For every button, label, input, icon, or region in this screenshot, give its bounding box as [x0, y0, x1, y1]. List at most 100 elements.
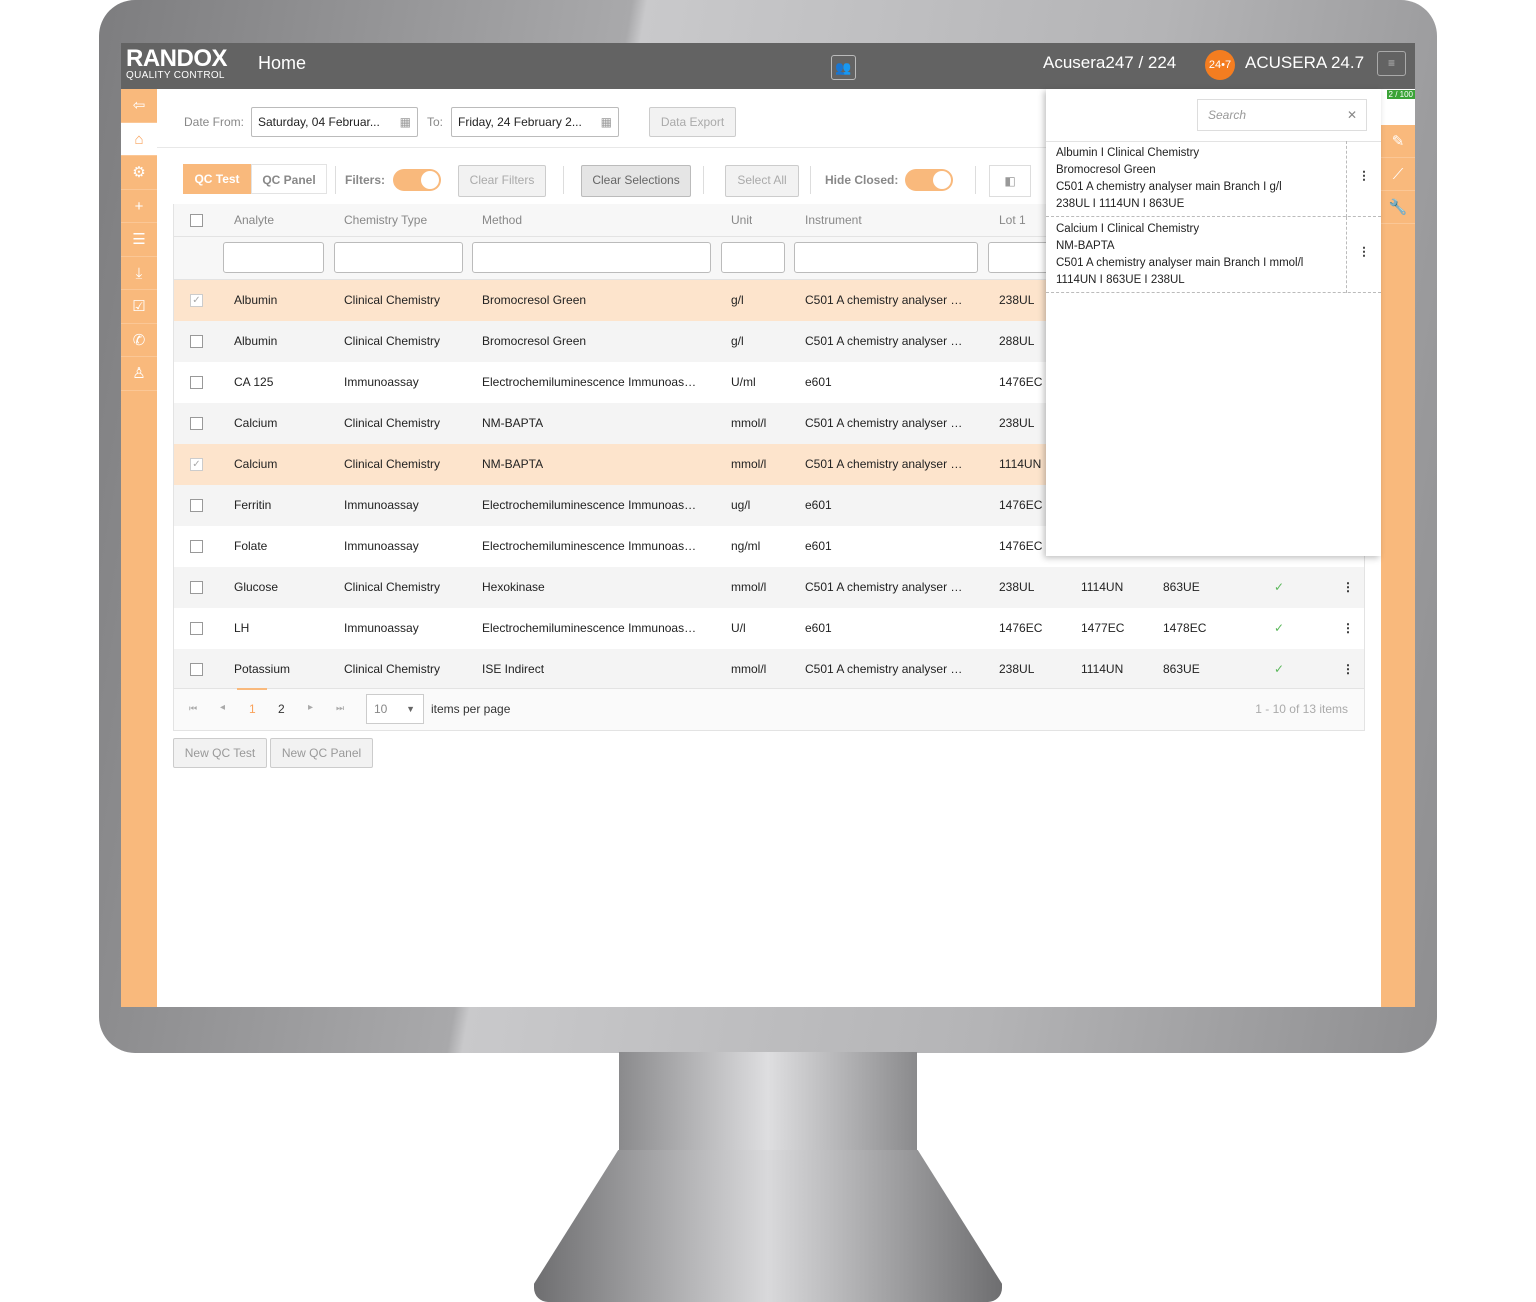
tab-qc-test[interactable]: QC Test [183, 164, 251, 194]
row-checkbox[interactable]: ✓ [190, 458, 203, 471]
cell-method: Hexokinase [482, 580, 545, 594]
date-to-value: Friday, 24 February 2... [458, 115, 582, 129]
select-all-button[interactable]: Select All [725, 165, 799, 197]
calendar-icon[interactable]: ▦ [601, 108, 612, 136]
row-checkbox[interactable] [190, 663, 203, 676]
divider [335, 166, 336, 194]
tab-qc-panel[interactable]: QC Panel [251, 164, 327, 194]
next-page-icon[interactable]: ▸ [308, 702, 313, 713]
column-header-instrument[interactable]: Instrument [805, 204, 862, 237]
panel-search-input[interactable]: Search ✕ [1197, 99, 1367, 131]
clear-filters-button[interactable]: Clear Filters [458, 165, 546, 197]
randox-logo: RANDOX QUALITY CONTROL [126, 47, 228, 81]
back-icon[interactable]: ⇦ [121, 89, 157, 123]
edit-icon[interactable]: ✎ [1381, 125, 1415, 158]
close-icon[interactable]: ✕ [1347, 100, 1357, 130]
table-row[interactable]: LH Immunoassay Electrochemiluminescence Im… [174, 608, 1364, 649]
new-qc-test-button[interactable]: New QC Test [173, 738, 267, 768]
home-icon[interactable]: ⌂ [121, 122, 157, 156]
cell-instrument: e601 [805, 539, 832, 553]
page-1-link[interactable]: 1 [249, 702, 256, 716]
divider [975, 166, 976, 194]
phone-icon[interactable]: ✆ [121, 324, 157, 357]
cell-chemistry-type: Clinical Chemistry [344, 662, 441, 676]
row-checkbox[interactable] [190, 581, 203, 594]
column-toggle-icon[interactable]: ◧ [989, 165, 1031, 197]
chart-icon[interactable]: ⟋ [1381, 158, 1415, 191]
column-header-method[interactable]: Method [482, 204, 522, 237]
current-page-indicator [237, 688, 267, 690]
column-header-chemistry-type[interactable]: Chemistry Type [344, 204, 427, 237]
date-from-input[interactable]: Saturday, 04 Februar... ▦ [251, 107, 418, 137]
cell-unit: U/ml [731, 375, 756, 389]
selected-item-card[interactable]: Albumin I Clinical Chemistry Bromocresol … [1046, 141, 1381, 217]
cell-lot-1: 238UL [999, 293, 1035, 307]
add-icon[interactable]: + [121, 190, 157, 223]
row-checkbox[interactable] [190, 499, 203, 512]
date-to-label: To: [427, 115, 444, 129]
cell-lot-1: 1476EC [999, 375, 1043, 389]
first-page-icon[interactable]: ⏮ [189, 703, 197, 714]
column-header-lot-1[interactable]: Lot 1 [999, 204, 1026, 237]
cell-unit: g/l [731, 334, 744, 348]
clear-selections-button[interactable]: Clear Selections [581, 165, 691, 197]
row-checkbox[interactable] [190, 417, 203, 430]
method-filter-input[interactable] [472, 242, 711, 273]
filters-toggle[interactable] [393, 169, 441, 191]
chemistry-type-filter-input[interactable] [334, 242, 463, 273]
more-options-icon[interactable]: ⋮ [1346, 217, 1381, 293]
page-size-select[interactable]: 10 ▼ [366, 694, 424, 724]
user-icon[interactable]: ♙ [121, 357, 157, 391]
cell-method: Bromocresol Green [482, 334, 587, 348]
row-checkbox[interactable] [190, 335, 203, 348]
logo-subtext: QUALITY CONTROL [126, 70, 225, 81]
settings-icon[interactable]: ⚙ [121, 156, 157, 190]
new-qc-panel-button[interactable]: New QC Panel [270, 738, 373, 768]
column-header-analyte[interactable]: Analyte [234, 204, 274, 237]
cell-analyte: Albumin [234, 293, 278, 307]
card-line: Albumin I Clinical Chemistry [1056, 147, 1200, 159]
page-size-value: 10 [374, 702, 388, 716]
cell-unit: ng/ml [731, 539, 761, 553]
cell-chemistry-type: Clinical Chemistry [344, 457, 441, 471]
select-all-checkbox[interactable] [190, 214, 203, 227]
row-checkbox[interactable] [190, 540, 203, 553]
calendar-icon[interactable]: ▦ [400, 108, 411, 136]
more-options-icon[interactable]: ⋮ [1346, 141, 1381, 217]
users-icon[interactable]: 👥 [831, 55, 856, 80]
row-menu-icon[interactable]: ⋮ [1342, 649, 1354, 690]
unit-filter-input[interactable] [721, 242, 785, 273]
selection-counter[interactable]: 2 / 100 [1381, 89, 1415, 125]
date-from-label: Date From: [184, 115, 245, 129]
table-row[interactable]: Glucose Clinical Chemistry Hexokinase mmol/… [174, 567, 1364, 608]
cell-method: Bromocresol Green [482, 293, 587, 307]
divider [703, 166, 704, 194]
table-row[interactable]: Potassium Clinical Chemistry ISE Indirect m… [174, 649, 1364, 690]
menu-icon[interactable]: ≡ [1377, 51, 1406, 76]
row-menu-icon[interactable]: ⋮ [1342, 608, 1354, 649]
date-to-input[interactable]: Friday, 24 February 2... ▦ [451, 107, 619, 137]
column-header-unit[interactable]: Unit [731, 204, 752, 237]
page-2-link[interactable]: 2 [278, 702, 285, 716]
list-icon[interactable]: ☰ [121, 223, 157, 257]
row-checkbox[interactable] [190, 376, 203, 389]
last-page-icon[interactable]: ⏭ [336, 703, 344, 714]
wrench-icon[interactable]: 🔧 [1381, 191, 1415, 224]
status-ok-icon: ✓ [1274, 621, 1285, 635]
cell-lot-1: 238UL [999, 662, 1035, 676]
row-menu-icon[interactable]: ⋮ [1342, 567, 1354, 608]
instrument-filter-input[interactable] [794, 242, 978, 273]
hide-closed-toggle[interactable] [905, 169, 953, 191]
checklist-icon[interactable]: ☑ [121, 290, 157, 324]
cell-analyte: Ferritin [234, 498, 272, 512]
monitor-base [534, 1150, 1002, 1302]
row-checkbox[interactable]: ✓ [190, 294, 203, 307]
import-icon[interactable]: ⤓ [121, 257, 157, 290]
row-checkbox[interactable] [190, 622, 203, 635]
data-export-button[interactable]: Data Export [649, 107, 736, 137]
selected-item-card[interactable]: Calcium I Clinical Chemistry NM-BAPTA C501… [1046, 217, 1381, 293]
divider [563, 166, 564, 194]
prev-page-icon[interactable]: ◂ [220, 702, 225, 713]
analyte-filter-input[interactable] [223, 242, 324, 273]
cell-instrument: C501 A chemistry analyser main Branch [805, 416, 965, 430]
